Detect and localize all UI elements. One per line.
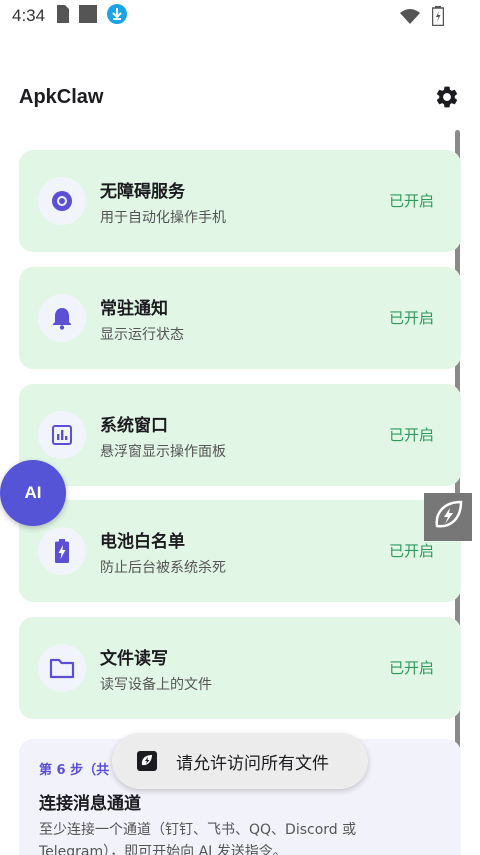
card-title: 系统窗口 bbox=[100, 416, 168, 436]
card-subtitle: 悬浮窗显示操作面板 bbox=[100, 444, 226, 460]
card-subtitle: 用于自动化操作手机 bbox=[100, 210, 226, 226]
app-icon bbox=[136, 750, 158, 772]
ai-bubble-button[interactable]: AI bbox=[0, 460, 66, 526]
folder-icon bbox=[38, 644, 86, 692]
status-bar: 4:34 bbox=[0, 0, 480, 32]
leaf-bolt-icon bbox=[431, 498, 465, 536]
battery-charging-icon bbox=[38, 527, 86, 575]
settings-button[interactable] bbox=[432, 84, 462, 114]
chart-window-icon bbox=[38, 411, 86, 459]
download-icon bbox=[107, 4, 128, 28]
status-badge: 已开启 bbox=[388, 192, 434, 210]
permission-card-system-window[interactable]: 系统窗口 悬浮窗显示操作面板 已开启 bbox=[19, 384, 461, 486]
sim-card-icon bbox=[55, 5, 70, 27]
toast: 请允许访问所有文件 bbox=[112, 733, 368, 789]
status-badge: 已开启 bbox=[388, 426, 434, 444]
status-badge: 已开启 bbox=[388, 309, 434, 327]
card-title: 电池白名单 bbox=[100, 532, 185, 552]
permission-card-notification[interactable]: 常驻通知 显示运行状态 已开启 bbox=[19, 267, 461, 369]
permission-card-accessibility[interactable]: 无障碍服务 用于自动化操作手机 已开启 bbox=[19, 150, 461, 252]
status-badge: 已开启 bbox=[388, 542, 434, 560]
status-badge: 已开启 bbox=[388, 659, 434, 677]
card-subtitle: 显示运行状态 bbox=[100, 327, 184, 343]
card-subtitle: 防止后台被系统杀死 bbox=[100, 560, 226, 576]
bell-icon bbox=[38, 294, 86, 342]
card-title: 文件读写 bbox=[100, 649, 168, 669]
status-time: 4:34 bbox=[12, 6, 46, 25]
accessibility-icon bbox=[38, 177, 86, 225]
gear-icon bbox=[434, 84, 460, 114]
step-description: 至少连接一个通道（钉钉、飞书、QQ、Discord 或 Telegram），即可… bbox=[39, 822, 357, 855]
card-subtitle: 读写设备上的文件 bbox=[100, 677, 212, 693]
battery-icon bbox=[431, 6, 445, 30]
square-icon bbox=[79, 5, 98, 27]
toast-text: 请允许访问所有文件 bbox=[176, 753, 329, 774]
step-label: 第 6 步（共 bbox=[39, 763, 110, 778]
wifi-icon bbox=[400, 8, 420, 28]
app-title: ApkClaw bbox=[19, 86, 104, 108]
card-title: 常驻通知 bbox=[100, 299, 168, 319]
permission-card-battery-whitelist[interactable]: 电池白名单 防止后台被系统杀死 已开启 bbox=[19, 500, 461, 602]
card-title: 无障碍服务 bbox=[100, 182, 185, 202]
permission-card-file-access[interactable]: 文件读写 读写设备上的文件 已开启 bbox=[19, 617, 461, 719]
step-title: 连接消息通道 bbox=[39, 794, 141, 814]
floating-side-button[interactable] bbox=[424, 493, 472, 541]
